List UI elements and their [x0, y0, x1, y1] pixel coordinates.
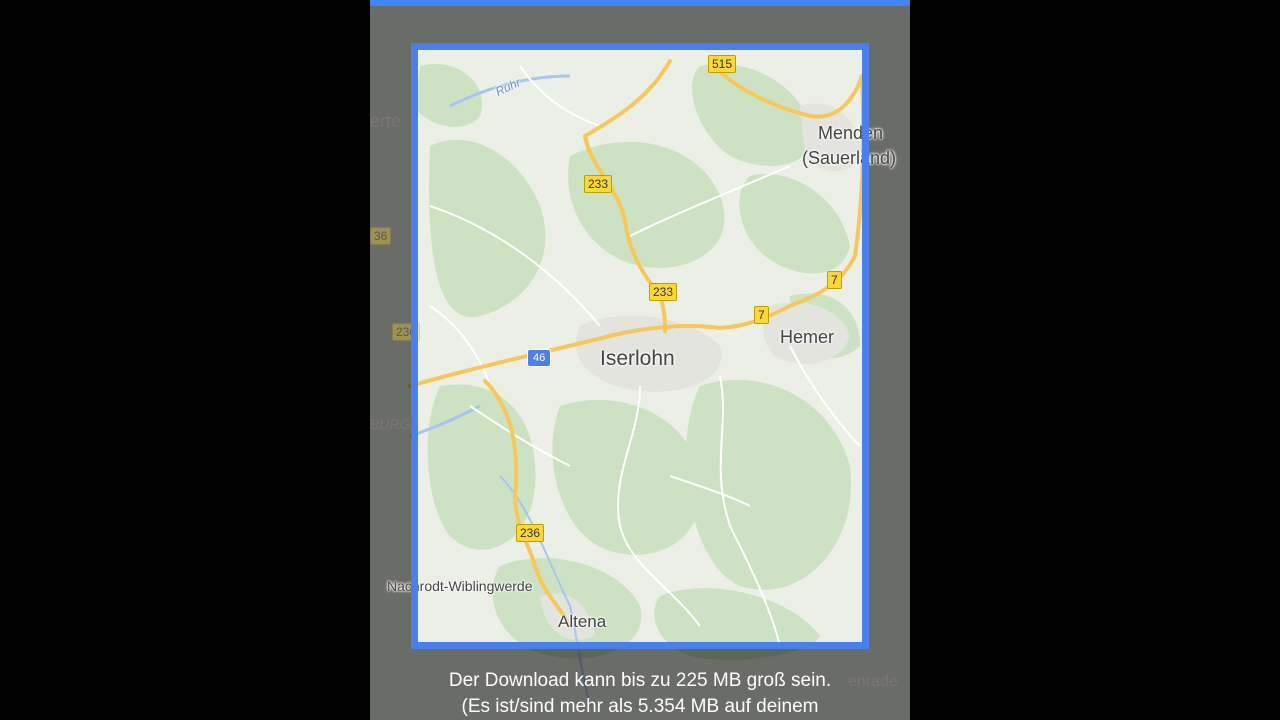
place-label-menden: Menden: [818, 123, 884, 143]
place-label-menden-sub: (Sauerland): [802, 148, 897, 168]
place-label-nachrodt: Nachrodt-Wiblingwerde: [387, 578, 533, 594]
route-shield-515: 515: [708, 55, 737, 73]
download-size-line1: Der Download kann bis zu 225 MB groß sei…: [448, 670, 832, 691]
route-shield-236-edge: 236: [392, 323, 421, 341]
route-shield-7-right: 7: [827, 271, 842, 289]
download-size-line2: (Es ist/sind mehr als 5.354 MB auf deine…: [461, 696, 819, 717]
download-size-message: Der Download kann bis zu 225 MB groß sei…: [370, 668, 910, 720]
route-shield-7-mid: 7: [754, 306, 769, 324]
place-label-hemer: Hemer: [780, 327, 835, 347]
place-label-iserlohn: Iserlohn: [600, 347, 675, 370]
phone-screen: Iserlohn Hemer Menden (Sauerland) Altena…: [370, 0, 910, 720]
outside-label-top: erte: [370, 111, 402, 131]
route-shield-233-mid: 233: [649, 283, 678, 301]
outside-label-burg: BURG: [370, 416, 411, 432]
route-shield-233-top: 233: [584, 175, 613, 193]
route-shield-36-edge: 36: [370, 227, 392, 245]
autobahn-shield-46: 46: [527, 349, 552, 367]
place-label-altena: Altena: [558, 612, 607, 631]
route-shield-236: 236: [516, 524, 545, 542]
